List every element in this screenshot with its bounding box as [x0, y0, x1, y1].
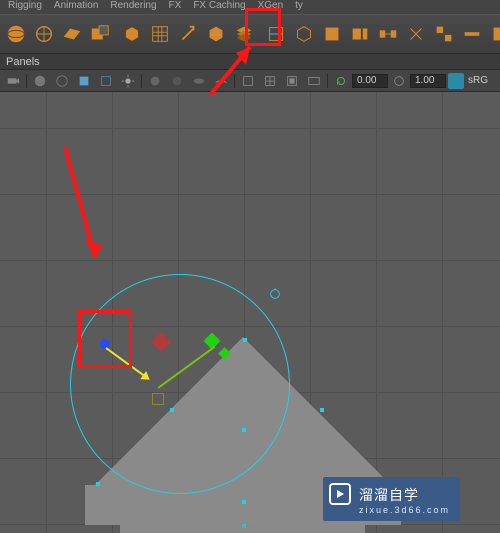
extrude-icon[interactable]: [177, 20, 199, 48]
vp-resolve-icon[interactable]: [283, 72, 301, 90]
merge-icon[interactable]: [433, 20, 455, 48]
vertex-dot: [320, 408, 324, 412]
vp-motion-blur-icon[interactable]: [190, 72, 208, 90]
vertex-dot: [170, 408, 174, 412]
menu-item[interactable]: XGen: [258, 0, 284, 11]
main-menubar: Rigging Animation Rendering FX FX Cachin…: [0, 0, 500, 14]
viewport-axis-label: side: [241, 520, 259, 531]
menu-item[interactable]: FX Caching: [193, 0, 245, 11]
manip-plane-handle[interactable]: [152, 393, 164, 405]
bool-icon[interactable]: [89, 20, 111, 48]
selection-circle: [70, 274, 290, 494]
panels-header: Panels: [0, 54, 500, 70]
menu-item[interactable]: Rigging: [8, 0, 42, 11]
watermark-title: 溜溜自学: [359, 485, 450, 505]
panels-label[interactable]: Panels: [6, 56, 40, 68]
vertex-dot: [242, 500, 246, 504]
poly-grid-icon[interactable]: [149, 20, 171, 48]
vp-gate-icon[interactable]: [305, 72, 323, 90]
vertex-dot: [243, 338, 247, 342]
extract-icon[interactable]: [349, 20, 371, 48]
exposure-field[interactable]: [410, 74, 446, 88]
menu-item[interactable]: FX: [169, 0, 182, 11]
vp-ao-icon[interactable]: [168, 72, 186, 90]
vp-refresh-icon[interactable]: [332, 72, 350, 90]
watermark-url: zixue.3d66.com: [359, 505, 450, 515]
camera-indicator-icon: [268, 287, 282, 304]
menu-item[interactable]: Animation: [54, 0, 98, 11]
vertex-dot: [242, 428, 246, 432]
vp-shadows-icon[interactable]: [146, 72, 164, 90]
poly-sphere-icon[interactable]: [5, 20, 27, 48]
poly-sphere-wire-icon[interactable]: [33, 20, 55, 48]
poly-cube-2-icon[interactable]: [321, 20, 343, 48]
vp-isolate-icon[interactable]: [239, 72, 257, 90]
shelf-toolbar: [0, 14, 500, 54]
viewport-toolbar: sRG: [0, 70, 500, 92]
vp-lights-icon[interactable]: [119, 72, 137, 90]
menu-item[interactable]: Rendering: [110, 0, 156, 11]
watermark: 溜溜自学 zixue.3d66.com: [323, 477, 460, 521]
bevel-icon[interactable]: [205, 20, 227, 48]
menu-item[interactable]: ty: [295, 0, 303, 11]
watermark-play-icon: [329, 483, 351, 505]
faces-icon[interactable]: [233, 20, 255, 48]
combine-icon[interactable]: [293, 20, 315, 48]
vp-fog-icon[interactable]: [212, 72, 230, 90]
viewport[interactable]: side: [0, 92, 500, 533]
vp-grid-icon[interactable]: [261, 72, 279, 90]
vp-exposure-icon[interactable]: [390, 72, 408, 90]
colorspace-toggle-icon[interactable]: [448, 73, 464, 89]
gamma-field[interactable]: [352, 74, 388, 88]
colorspace-label: sRG: [468, 75, 488, 86]
poly-plane-icon[interactable]: [61, 20, 83, 48]
vp-textured-icon[interactable]: [75, 72, 93, 90]
smooth-icon[interactable]: [489, 20, 500, 48]
target-weld-icon[interactable]: [405, 20, 427, 48]
vertex-dot: [96, 482, 100, 486]
vp-xray-icon[interactable]: [97, 72, 115, 90]
vp-shaded-icon[interactable]: [31, 72, 49, 90]
poly-cube-icon[interactable]: [121, 20, 143, 48]
multi-cut-icon[interactable]: [265, 20, 287, 48]
bridge-icon[interactable]: [377, 20, 399, 48]
select-camera-icon[interactable]: [4, 72, 22, 90]
vp-wire-icon[interactable]: [53, 72, 71, 90]
collapse-icon[interactable]: [461, 20, 483, 48]
